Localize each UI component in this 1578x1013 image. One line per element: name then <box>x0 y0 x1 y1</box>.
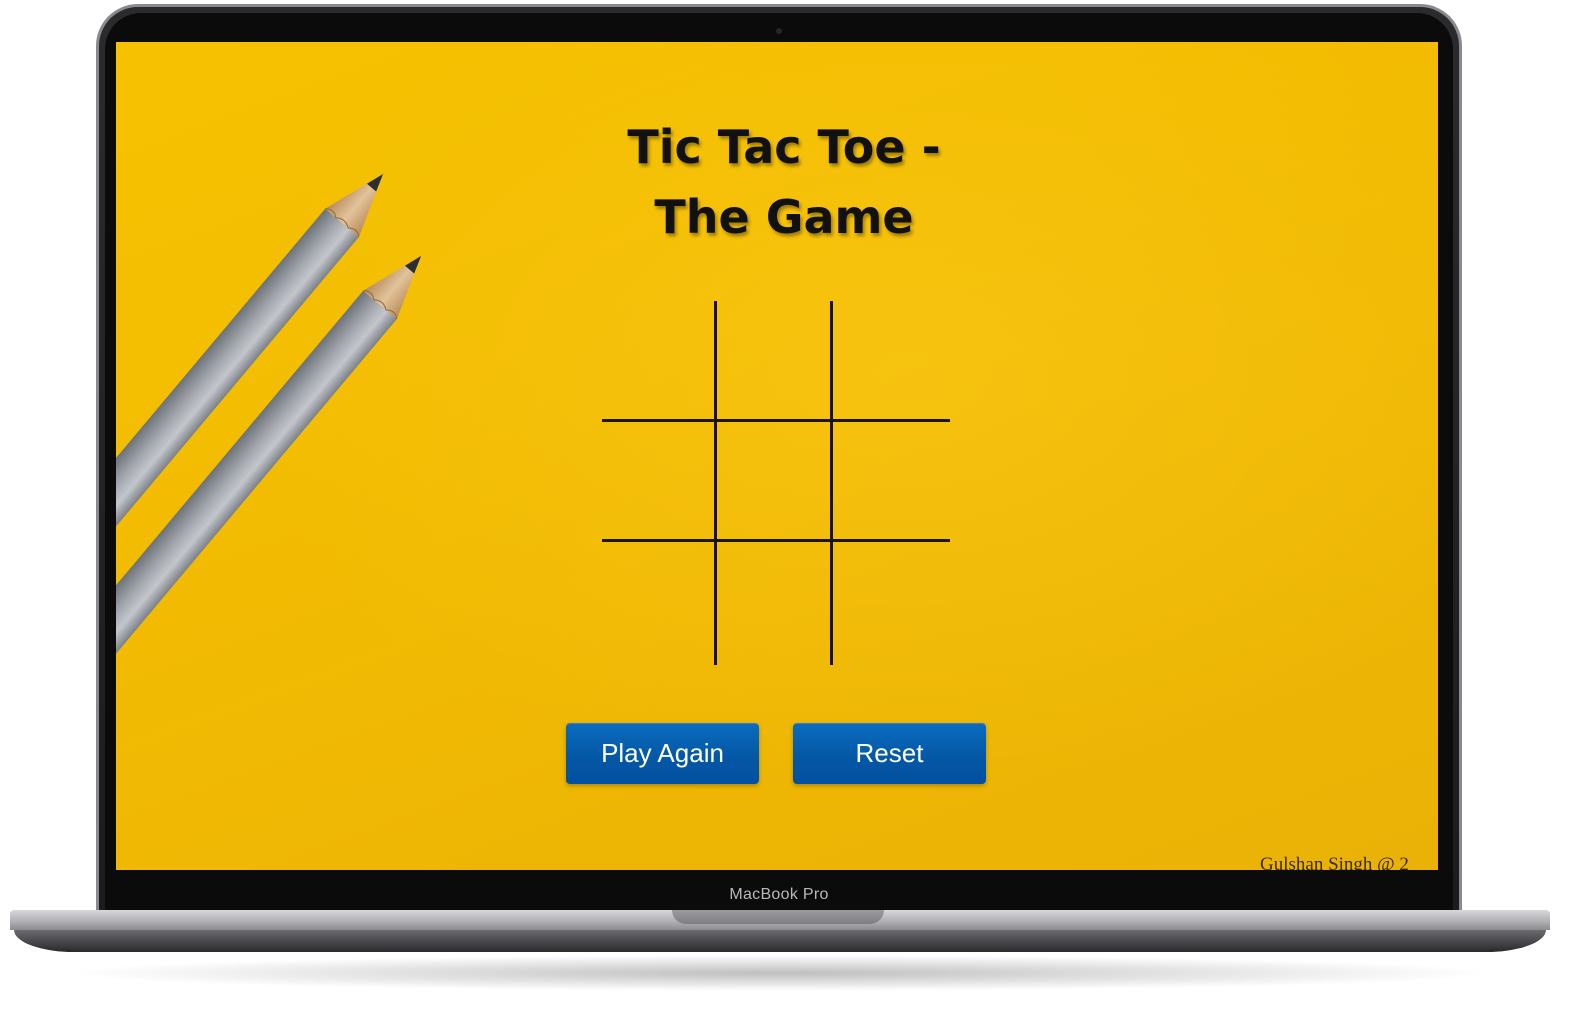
reset-button[interactable]: Reset <box>793 723 986 784</box>
game-title-line2: The Game <box>654 190 914 244</box>
board-cell[interactable] <box>834 422 946 540</box>
device-brand-label: MacBook Pro <box>729 886 829 903</box>
board-cell[interactable] <box>718 301 830 419</box>
tic-tac-toe-board <box>602 301 950 665</box>
board-cell[interactable] <box>602 543 714 661</box>
board-cell[interactable] <box>834 301 946 419</box>
game-title: Tic Tac Toe - The Game <box>116 112 1438 252</box>
board-line-vertical-2 <box>830 301 833 665</box>
board-cell[interactable] <box>834 543 946 661</box>
board-cell[interactable] <box>718 422 830 540</box>
play-again-button[interactable]: Play Again <box>566 723 759 784</box>
laptop-hinge-notch <box>672 910 884 924</box>
board-cell[interactable] <box>602 301 714 419</box>
board-line-vertical-1 <box>714 301 717 665</box>
game-screen: Tic Tac Toe - The Game Play Again Reset … <box>116 42 1438 870</box>
camera-icon <box>776 28 782 34</box>
laptop-base-bottom <box>14 930 1546 952</box>
board-cell[interactable] <box>602 422 714 540</box>
laptop-shadow <box>60 955 1500 991</box>
game-title-line1: Tic Tac Toe - <box>627 120 941 174</box>
laptop-mockup: MacBook Pro Tic Tac Toe - The Game Play … <box>0 0 1578 1013</box>
footer-credit: Gulshan Singh @ 2 <box>1260 854 1409 870</box>
board-cell[interactable] <box>718 543 830 661</box>
